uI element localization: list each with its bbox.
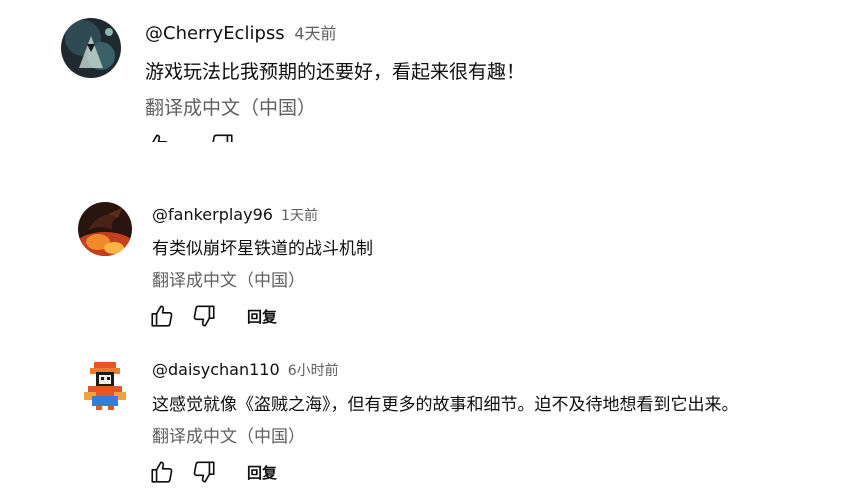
reply-item: @daisychan110 6小时前 这感觉就像《盗贼之海》，但有更多的故事和细…: [0, 352, 856, 496]
thumbs-up-icon[interactable]: [149, 303, 175, 329]
comment-actions: [145, 132, 235, 142]
comment-header: @daisychan110 6小时前: [152, 360, 339, 380]
author-name[interactable]: @daisychan110: [152, 360, 280, 379]
dark-character-avatar-icon: [61, 18, 121, 78]
author-name[interactable]: @CherryEclipss: [145, 23, 285, 44]
avatar[interactable]: [78, 358, 132, 412]
avatar[interactable]: [61, 18, 121, 78]
translate-link[interactable]: 翻译成中文（中国）: [152, 422, 305, 447]
dragon-fire-avatar-icon: [78, 202, 132, 256]
reply-button[interactable]: 回复: [247, 306, 277, 327]
comment-text: 游戏玩法比我预期的还要好，看起来很有趣！: [145, 61, 526, 83]
comment-item: @CherryEclipss 4天前 游戏玩法比我预期的还要好，看起来很有趣！ …: [0, 0, 856, 142]
reply-button[interactable]: 回复: [247, 462, 277, 483]
thumbs-down-icon[interactable]: [191, 459, 217, 485]
comment-time[interactable]: 4天前: [294, 24, 336, 43]
comment-time[interactable]: 6小时前: [288, 363, 339, 379]
translate-link[interactable]: 翻译成中文（中国）: [145, 93, 316, 120]
avatar[interactable]: [78, 202, 132, 256]
comment-actions: 回复: [149, 303, 277, 329]
comment-time[interactable]: 1天前: [281, 208, 318, 224]
thumbs-down-icon[interactable]: [191, 303, 217, 329]
translate-link[interactable]: 翻译成中文（中国）: [152, 266, 305, 291]
thumbs-up-icon[interactable]: [149, 459, 175, 485]
comment-text: 这感觉就像《盗贼之海》，但有更多的故事和细节。迫不及待地想看到它出来。: [152, 395, 739, 415]
author-name[interactable]: @fankerplay96: [152, 205, 273, 224]
thumbs-down-icon[interactable]: [209, 132, 235, 142]
comment-header: @CherryEclipss 4天前: [145, 20, 337, 44]
thumbs-up-icon[interactable]: [145, 132, 171, 142]
pixel-character-avatar-icon: [78, 358, 132, 412]
reply-item: @fankerplay96 1天前 有类似崩坏星铁道的战斗机制 翻译成中文（中国…: [0, 196, 856, 346]
comment-header: @fankerplay96 1天前: [152, 205, 318, 225]
comment-text: 有类似崩坏星铁道的战斗机制: [152, 239, 373, 259]
comment-actions: 回复: [149, 459, 277, 485]
